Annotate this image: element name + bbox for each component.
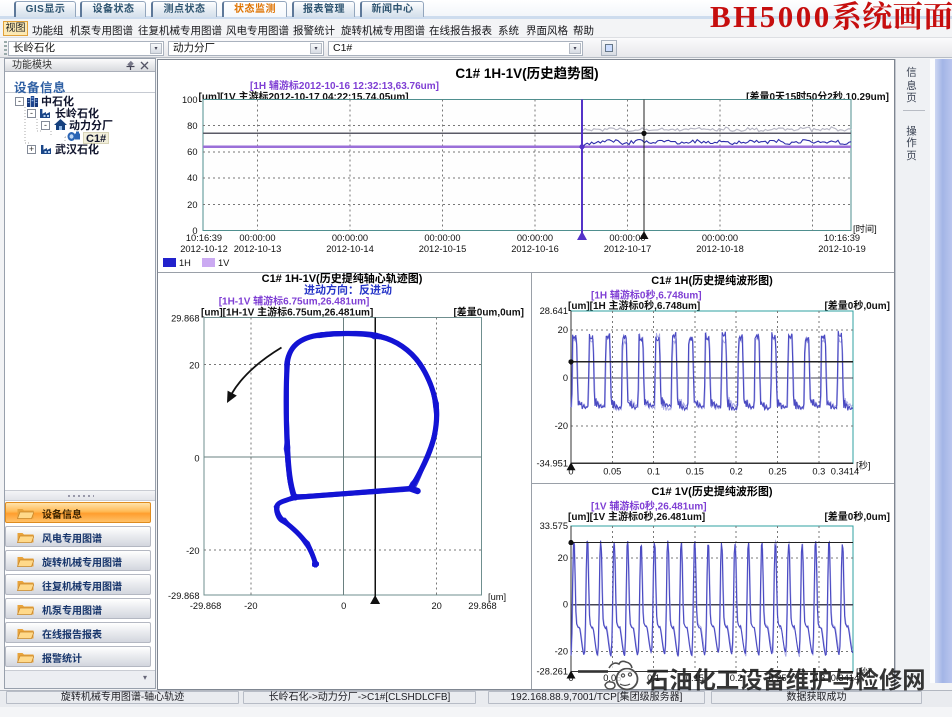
- svg-text:0: 0: [194, 453, 199, 463]
- svg-text:0.3: 0.3: [812, 467, 825, 477]
- svg-text:0.15: 0.15: [686, 467, 704, 477]
- svg-text:2012-10-13: 2012-10-13: [234, 244, 282, 254]
- svg-text:20: 20: [558, 325, 568, 335]
- svg-text:-20: -20: [186, 546, 199, 556]
- svg-text:80: 80: [187, 121, 197, 131]
- svg-text:20: 20: [558, 553, 568, 563]
- svg-text:28.641: 28.641: [540, 306, 568, 316]
- svg-text:-20: -20: [244, 601, 257, 611]
- svg-text:[秒]: [秒]: [856, 460, 870, 471]
- svg-text:C1# 1H-1V(历史趋势图): C1# 1H-1V(历史趋势图): [455, 66, 598, 81]
- svg-text:00:00:00: 00:00:00: [517, 233, 553, 243]
- svg-text:C1# 1V(历史提纯波形图): C1# 1V(历史提纯波形图): [651, 484, 772, 498]
- svg-text:-34.951: -34.951: [536, 458, 568, 468]
- svg-text:20: 20: [187, 200, 197, 210]
- svg-text:1H: 1H: [179, 258, 191, 268]
- svg-text:00:00:00: 00:00:00: [424, 233, 460, 243]
- svg-text:-20: -20: [555, 647, 568, 657]
- svg-text:2012-10-18: 2012-10-18: [696, 244, 744, 254]
- svg-text:10:16:39: 10:16:39: [824, 233, 860, 243]
- svg-text:[um][1V 主游标0秒,26.481um]: [um][1V 主游标0秒,26.481um]: [568, 510, 705, 523]
- svg-text:2012-10-17: 2012-10-17: [604, 244, 652, 254]
- svg-text:29.868: 29.868: [171, 314, 199, 324]
- svg-text:100: 100: [182, 95, 198, 105]
- svg-text:33.575: 33.575: [540, 521, 568, 531]
- svg-text:0: 0: [568, 467, 573, 477]
- svg-text:00:00:00: 00:00:00: [609, 233, 645, 243]
- svg-text:[时间]: [时间]: [853, 223, 877, 234]
- svg-text:C1# 1H-1V(历史提纯轴心轨迹图): C1# 1H-1V(历史提纯轴心轨迹图): [262, 273, 423, 285]
- svg-text:20: 20: [432, 601, 442, 611]
- svg-text:20: 20: [189, 360, 199, 370]
- svg-text:[um][1H 主游标0秒,6.748um]: [um][1H 主游标0秒,6.748um]: [568, 299, 700, 312]
- svg-text:1V: 1V: [218, 258, 230, 268]
- svg-text:00:00:00: 00:00:00: [332, 233, 368, 243]
- svg-text:[差量0秒,0um]: [差量0秒,0um]: [824, 299, 890, 312]
- svg-text:00:00:00: 00:00:00: [702, 233, 738, 243]
- svg-text:2012-10-19: 2012-10-19: [818, 244, 866, 254]
- svg-text:进动方向：反进动: 进动方向：反进动: [304, 283, 392, 297]
- svg-text:0: 0: [563, 600, 568, 610]
- svg-text:0.3414: 0.3414: [831, 467, 859, 477]
- svg-text:[1H-1V 辅游标6.75um,26.481um]: [1H-1V 辅游标6.75um,26.481um]: [219, 295, 370, 308]
- svg-text:[1H 辅游标2012-10-16 12:32:13,63.: [1H 辅游标2012-10-16 12:32:13,63.76um]: [250, 79, 439, 92]
- svg-text:2012-10-16: 2012-10-16: [511, 244, 559, 254]
- svg-text:-29.868: -29.868: [168, 591, 200, 601]
- svg-text:60: 60: [187, 147, 197, 157]
- svg-text:2012-10-12: 2012-10-12: [180, 244, 228, 254]
- svg-text:10:16:39: 10:16:39: [186, 233, 222, 243]
- svg-text:0.05: 0.05: [603, 467, 621, 477]
- svg-text:0.25: 0.25: [769, 467, 787, 477]
- svg-text:-29.868: -29.868: [190, 601, 222, 611]
- svg-text:2012-10-15: 2012-10-15: [419, 244, 467, 254]
- svg-text:0: 0: [568, 673, 573, 683]
- svg-text:2012-10-14: 2012-10-14: [326, 244, 374, 254]
- svg-text:C1# 1H(历史提纯波形图): C1# 1H(历史提纯波形图): [651, 273, 773, 287]
- svg-text:[um]: [um]: [488, 592, 506, 602]
- svg-text:-28.261: -28.261: [536, 667, 568, 677]
- svg-text:29.868: 29.868: [468, 601, 496, 611]
- svg-text:[um][1H-1V 主游标6.75um,26.481um]: [um][1H-1V 主游标6.75um,26.481um]: [201, 306, 373, 319]
- svg-text:[1H 辅游标0秒,6.748um]: [1H 辅游标0秒,6.748um]: [591, 289, 702, 302]
- svg-text:-20: -20: [555, 421, 568, 431]
- svg-text:0.2: 0.2: [730, 467, 743, 477]
- svg-text:00:00:00: 00:00:00: [239, 233, 275, 243]
- svg-text:40: 40: [187, 173, 197, 183]
- svg-text:0: 0: [341, 601, 346, 611]
- svg-text:0.1: 0.1: [647, 467, 660, 477]
- svg-text:0: 0: [563, 373, 568, 383]
- svg-text:[1V 辅游标0秒,26.481um]: [1V 辅游标0秒,26.481um]: [591, 500, 707, 513]
- svg-text:[差量0秒,0um]: [差量0秒,0um]: [824, 510, 890, 523]
- svg-text:[差量0um,0um]: [差量0um,0um]: [453, 306, 524, 319]
